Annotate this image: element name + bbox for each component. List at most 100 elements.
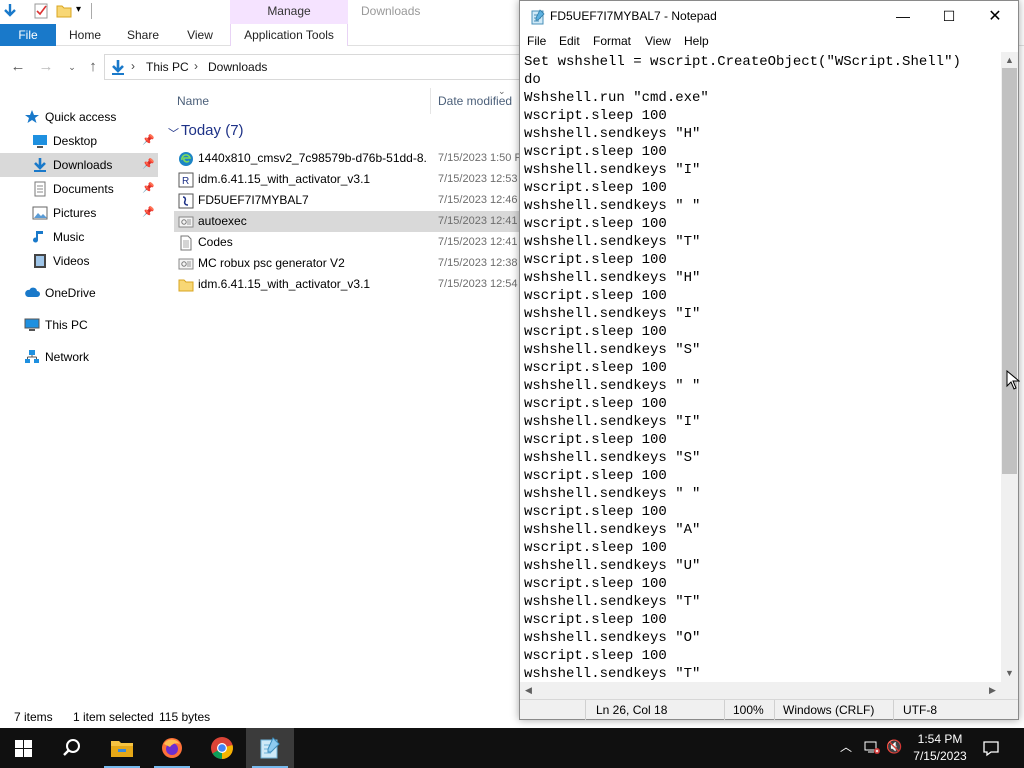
sidebar-item-downloads[interactable]: Downloads 📌	[0, 153, 158, 177]
breadcrumb-separator[interactable]: ›	[131, 59, 135, 73]
new-folder-icon[interactable]	[56, 3, 72, 19]
chevron-up-icon[interactable]: ︿	[838, 739, 854, 755]
column-header-name[interactable]: Name	[177, 94, 209, 108]
back-arrow-icon[interactable]: ←	[9, 58, 27, 76]
up-arrow-icon[interactable]: ↑	[84, 58, 102, 76]
download-arrow-icon[interactable]	[2, 3, 18, 19]
notification-icon[interactable]	[982, 739, 1000, 757]
address-bar[interactable]: › This PC › Downloads	[104, 54, 524, 80]
editor-line: wshshell.sendkeys " "	[524, 198, 701, 214]
breadcrumb-downloads[interactable]: Downloads	[208, 60, 267, 74]
file-date: 7/15/2023 1:50 PM	[438, 152, 531, 164]
selection-count: 1 item selected	[73, 710, 154, 724]
file-row[interactable]: FD5UEF7I7MYBAL7 7/15/2023 12:46 PM	[174, 190, 537, 211]
start-button[interactable]	[0, 728, 48, 768]
chevron-down-icon[interactable]: ﹀	[168, 125, 179, 141]
vertical-scrollbar[interactable]: ▲ ▼	[1001, 52, 1018, 682]
scroll-up-icon[interactable]: ▲	[1001, 52, 1018, 69]
taskbar-file-explorer[interactable]	[98, 728, 146, 768]
editor-line: wscript.sleep 100	[524, 180, 667, 196]
editor-line: wshshell.sendkeys "I"	[524, 162, 701, 178]
scroll-left-icon[interactable]: ◀	[520, 682, 537, 699]
cursor-position: Ln 26, Col 18	[596, 703, 668, 717]
cloud-icon	[25, 287, 40, 297]
sidebar-item-pictures[interactable]: Pictures 📌	[0, 201, 158, 225]
file-row[interactable]: 1440x810_cmsv2_7c98579b-d76b-51dd-8... 7…	[174, 148, 531, 169]
sidebar-item-quick-access[interactable]: Quick access	[0, 105, 158, 129]
customize-toolbar-icon[interactable]: ▾	[76, 4, 81, 15]
sidebar-item-label: Videos	[53, 254, 90, 268]
pin-icon[interactable]: 📌	[142, 177, 154, 201]
breadcrumb-this-pc[interactable]: This PC	[146, 60, 189, 74]
desktop-icon	[33, 135, 47, 148]
sidebar-item-videos[interactable]: Videos	[0, 249, 158, 273]
text-editor[interactable]: Set wshshell = wscript.CreateObject("WSc…	[520, 52, 1001, 682]
menu-edit[interactable]: Edit	[559, 34, 580, 48]
menu-format[interactable]: Format	[593, 34, 631, 48]
tab-file[interactable]: File	[0, 24, 56, 46]
sidebar-item-onedrive[interactable]: OneDrive	[0, 281, 158, 305]
editor-line: wshshell.sendkeys "S"	[524, 342, 701, 358]
file-row[interactable]: MC robux psc generator V2 7/15/2023 12:3…	[174, 253, 537, 274]
tab-view[interactable]: View	[178, 24, 222, 46]
column-divider[interactable]	[430, 88, 431, 114]
computer-icon	[24, 318, 40, 331]
taskbar-notepad[interactable]	[246, 728, 294, 768]
menu-file[interactable]: File	[527, 34, 546, 48]
sidebar-item-music[interactable]: Music	[0, 225, 158, 249]
editor-line: Set wshshell = wscript.CreateObject("WSc…	[524, 54, 961, 70]
documents-icon	[34, 181, 46, 197]
firefox-icon	[162, 738, 182, 758]
scroll-right-icon[interactable]: ▶	[984, 682, 1001, 699]
file-row[interactable]: Codes 7/15/2023 12:41 PM	[174, 232, 537, 253]
scroll-down-icon[interactable]: ▼	[1001, 665, 1018, 682]
sidebar-item-network[interactable]: Network	[0, 345, 158, 369]
taskbar-chrome[interactable]	[198, 728, 246, 768]
file-row[interactable]: R idm.6.41.15_with_activator_v3.1 7/15/2…	[174, 169, 537, 190]
volume-muted-icon[interactable]: 🔇	[886, 739, 902, 755]
editor-line: wscript.sleep 100	[524, 144, 667, 160]
recent-locations-icon[interactable]: ⌄	[63, 58, 81, 76]
forward-arrow-icon[interactable]: →	[37, 58, 55, 76]
breadcrumb-separator[interactable]: ›	[194, 59, 198, 73]
sidebar-item-label: Documents	[53, 182, 114, 196]
quick-access-toolbar: ▾	[0, 0, 230, 24]
sidebar-item-this-pc[interactable]: This PC	[0, 313, 158, 337]
minimize-button[interactable]: —	[880, 1, 926, 32]
sidebar-item-label: Quick access	[45, 110, 117, 124]
file-row[interactable]: autoexec 7/15/2023 12:41 PM	[174, 211, 537, 232]
sidebar-item-documents[interactable]: Documents 📌	[0, 177, 158, 201]
tab-share[interactable]: Share	[116, 24, 170, 46]
tab-application-tools[interactable]: Application Tools	[230, 24, 348, 46]
file-name: idm.6.41.15_with_activator_v3.1	[198, 172, 371, 186]
horizontal-scrollbar[interactable]: ◀ ▶	[520, 682, 1001, 699]
menu-view[interactable]: View	[645, 34, 671, 48]
pin-icon[interactable]: 📌	[142, 153, 154, 177]
notepad-status-bar: Ln 26, Col 18 100% Windows (CRLF) UTF-8	[520, 699, 1018, 720]
tab-home[interactable]: Home	[60, 24, 110, 46]
sidebar-item-label: OneDrive	[45, 286, 96, 300]
editor-line: wscript.sleep 100	[524, 288, 667, 304]
sidebar-item-desktop[interactable]: Desktop 📌	[0, 129, 158, 153]
menu-help[interactable]: Help	[684, 34, 709, 48]
editor-line: wscript.sleep 100	[524, 648, 667, 664]
file-explorer-icon	[111, 741, 133, 757]
editor-line: wscript.sleep 100	[524, 252, 667, 268]
pin-icon[interactable]: 📌	[142, 129, 154, 153]
notepad-title-bar[interactable]: FD5UEF7I7MYBAL7 - Notepad — ☐ ✕	[520, 1, 1018, 32]
close-button[interactable]: ✕	[972, 1, 1018, 32]
pin-icon[interactable]: 📌	[142, 201, 154, 225]
file-row[interactable]: idm.6.41.15_with_activator_v3.1 7/15/202…	[174, 274, 537, 295]
file-name: Codes	[198, 235, 233, 249]
edge-icon	[179, 152, 193, 166]
taskbar-firefox[interactable]	[148, 728, 196, 768]
network-status-icon[interactable]	[864, 739, 880, 755]
properties-icon[interactable]	[33, 3, 49, 19]
clock-time[interactable]: 1:54 PM	[912, 732, 968, 746]
clock-date[interactable]: 7/15/2023	[908, 749, 972, 763]
editor-line: wscript.sleep 100	[524, 432, 667, 448]
maximize-button[interactable]: ☐	[926, 1, 972, 32]
file-name: FD5UEF7I7MYBAL7	[198, 193, 309, 207]
scrollbar-thumb[interactable]	[1002, 68, 1017, 474]
search-button[interactable]	[48, 728, 96, 768]
